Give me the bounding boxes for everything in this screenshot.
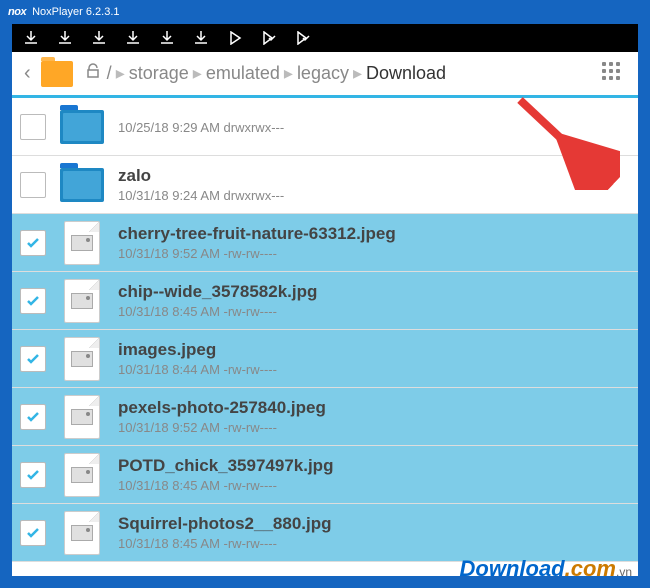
file-meta: 10/25/18 9:29 AM drwxrwx--- — [118, 118, 284, 135]
image-file-icon — [60, 395, 104, 439]
breadcrumb-segment[interactable]: storage — [129, 63, 189, 84]
checkbox[interactable] — [20, 288, 46, 314]
file-row[interactable]: Squirrel-photos2__880.jpg 10/31/18 8:45 A… — [12, 504, 638, 562]
breadcrumb-path: / ▸ storage ▸ emulated ▸ legacy ▸ Downlo… — [107, 63, 602, 84]
checkbox[interactable] — [20, 462, 46, 488]
file-meta: cherry-tree-fruit-nature-63312.jpeg 10/31… — [118, 224, 396, 261]
file-meta: zalo 10/31/18 9:24 AM drwxrwx--- — [118, 166, 284, 203]
download-icon[interactable] — [22, 29, 40, 47]
back-button[interactable]: ‹ — [20, 62, 35, 85]
checkbox[interactable] — [20, 346, 46, 372]
breadcrumb-root[interactable]: / — [107, 63, 112, 84]
file-name: Squirrel-photos2__880.jpg — [118, 514, 332, 534]
file-row[interactable]: zalo 10/31/18 9:24 AM drwxrwx--- — [12, 156, 638, 214]
file-name: cherry-tree-fruit-nature-63312.jpeg — [118, 224, 396, 244]
file-row[interactable]: images.jpeg 10/31/18 8:44 AM -rw-rw---- — [12, 330, 638, 388]
image-file-icon — [60, 453, 104, 497]
menu-grid-icon[interactable] — [602, 62, 626, 86]
checkbox[interactable] — [20, 114, 46, 140]
file-name: images.jpeg — [118, 340, 277, 360]
file-details: 10/31/18 9:52 AM -rw-rw---- — [118, 420, 326, 435]
image-file-icon — [60, 337, 104, 381]
file-meta: Squirrel-photos2__880.jpg 10/31/18 8:45 A… — [118, 514, 332, 551]
file-row[interactable]: cherry-tree-fruit-nature-63312.jpeg 10/31… — [12, 214, 638, 272]
image-file-icon — [60, 279, 104, 323]
file-details: 10/31/18 8:45 AM -rw-rw---- — [118, 304, 317, 319]
chevron-right-icon: ▸ — [284, 63, 293, 84]
play-check-icon[interactable] — [294, 29, 312, 47]
breadcrumb: ‹ / ▸ storage ▸ emulated ▸ legacy ▸ Down… — [12, 52, 638, 98]
file-details: 10/31/18 8:44 AM -rw-rw---- — [118, 362, 277, 377]
file-row[interactable]: POTD_chick_3597497k.jpg 10/31/18 8:45 AM … — [12, 446, 638, 504]
unlock-icon[interactable] — [85, 63, 101, 84]
download-icon[interactable] — [192, 29, 210, 47]
breadcrumb-segment[interactable]: legacy — [297, 63, 349, 84]
file-meta: pexels-photo-257840.jpeg 10/31/18 9:52 AM… — [118, 398, 326, 435]
file-meta: POTD_chick_3597497k.jpg 10/31/18 8:45 AM … — [118, 456, 333, 493]
download-icon[interactable] — [124, 29, 142, 47]
image-file-icon — [60, 221, 104, 265]
checkbox[interactable] — [20, 230, 46, 256]
file-name: chip--wide_3578582k.jpg — [118, 282, 317, 302]
play-check-icon[interactable] — [260, 29, 278, 47]
file-details: 10/25/18 9:29 AM drwxrwx--- — [118, 120, 284, 135]
chevron-right-icon: ▸ — [193, 63, 202, 84]
download-icon[interactable] — [56, 29, 74, 47]
window-title: NoxPlayer 6.2.3.1 — [32, 6, 119, 18]
nox-logo: nox — [8, 6, 26, 18]
chevron-right-icon: ▸ — [116, 63, 125, 84]
file-details: 10/31/18 9:24 AM drwxrwx--- — [118, 188, 284, 203]
file-details: 10/31/18 8:45 AM -rw-rw---- — [118, 478, 333, 493]
file-name: pexels-photo-257840.jpeg — [118, 398, 326, 418]
download-icon[interactable] — [158, 29, 176, 47]
system-toolbar — [12, 24, 638, 52]
checkbox[interactable] — [20, 404, 46, 430]
file-details: 10/31/18 8:45 AM -rw-rw---- — [118, 536, 332, 551]
folder-icon — [60, 105, 104, 149]
file-name: zalo — [118, 166, 284, 186]
breadcrumb-segment[interactable]: Download — [366, 63, 446, 84]
checkbox[interactable] — [20, 172, 46, 198]
image-file-icon — [60, 511, 104, 555]
breadcrumb-segment[interactable]: emulated — [206, 63, 280, 84]
file-row[interactable]: chip--wide_3578582k.jpg 10/31/18 8:45 AM … — [12, 272, 638, 330]
chevron-right-icon: ▸ — [353, 63, 362, 84]
download-icon[interactable] — [90, 29, 108, 47]
file-meta: chip--wide_3578582k.jpg 10/31/18 8:45 AM … — [118, 282, 317, 319]
file-row[interactable]: pexels-photo-257840.jpeg 10/31/18 9:52 AM… — [12, 388, 638, 446]
checkbox[interactable] — [20, 520, 46, 546]
window-titlebar: nox NoxPlayer 6.2.3.1 — [0, 0, 650, 24]
file-row[interactable]: 10/25/18 9:29 AM drwxrwx--- — [12, 98, 638, 156]
folder-icon[interactable] — [41, 61, 73, 87]
file-list[interactable]: 10/25/18 9:29 AM drwxrwx--- zalo 10/31/18 … — [12, 98, 638, 576]
play-icon[interactable] — [226, 29, 244, 47]
file-manager: ‹ / ▸ storage ▸ emulated ▸ legacy ▸ Down… — [12, 52, 638, 576]
folder-icon — [60, 163, 104, 207]
file-meta: images.jpeg 10/31/18 8:44 AM -rw-rw---- — [118, 340, 277, 377]
file-details: 10/31/18 9:52 AM -rw-rw---- — [118, 246, 396, 261]
file-name: POTD_chick_3597497k.jpg — [118, 456, 333, 476]
